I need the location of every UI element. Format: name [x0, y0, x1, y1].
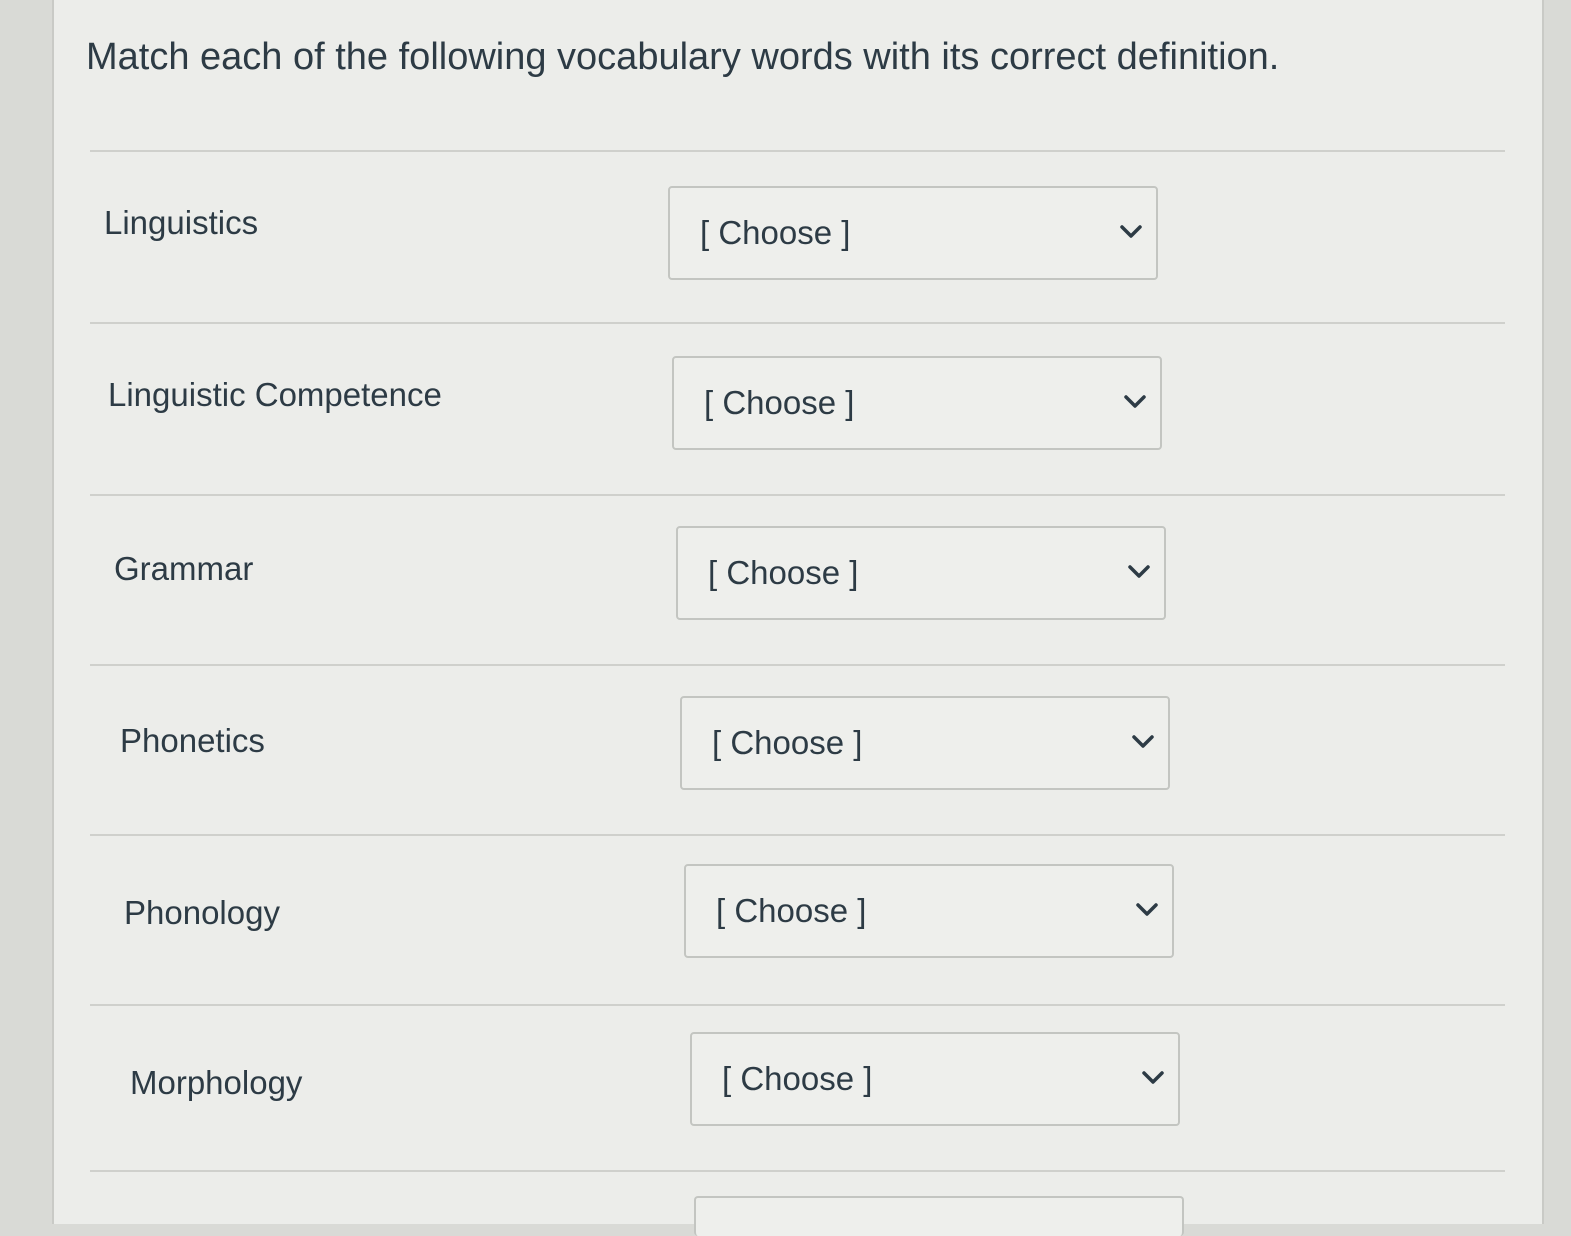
chevron-down-icon [1124, 395, 1146, 408]
select-value: [ Choose ] [712, 724, 863, 761]
select-value: [ Choose ] [700, 214, 851, 251]
chevron-down-icon [1120, 225, 1142, 238]
question-prompt: Match each of the following vocabulary w… [86, 36, 1280, 78]
term-phonology: Phonology [124, 894, 280, 931]
answer-select-morphology[interactable]: [ Choose ] [690, 1032, 1180, 1126]
chevron-down-icon [1132, 735, 1154, 748]
chevron-down-icon [1128, 565, 1150, 578]
divider [90, 1170, 1505, 1172]
chevron-down-icon [1136, 903, 1158, 916]
select-value: [ Choose ] [708, 554, 859, 591]
divider [90, 664, 1505, 666]
select-value: [ Choose ] [716, 892, 867, 929]
term-phonetics: Phonetics [120, 722, 265, 759]
term-morphology: Morphology [130, 1064, 303, 1101]
answer-select-linguistic-competence[interactable]: [ Choose ] [672, 356, 1162, 450]
chevron-down-icon [1142, 1071, 1164, 1084]
answer-select-next[interactable] [694, 1196, 1184, 1236]
divider [90, 494, 1505, 496]
divider [90, 150, 1505, 152]
select-value: [ Choose ] [722, 1060, 873, 1097]
answer-select-linguistics[interactable]: [ Choose ] [668, 186, 1158, 280]
answer-select-grammar[interactable]: [ Choose ] [676, 526, 1166, 620]
term-grammar: Grammar [114, 550, 254, 587]
divider [90, 1004, 1505, 1006]
term-linguistics: Linguistics [104, 204, 259, 241]
divider [90, 834, 1505, 836]
term-linguistic-competence: Linguistic Competence [108, 376, 442, 413]
answer-select-phonetics[interactable]: [ Choose ] [680, 696, 1170, 790]
divider [90, 322, 1505, 324]
select-value: [ Choose ] [704, 384, 855, 421]
answer-select-phonology[interactable]: [ Choose ] [684, 864, 1174, 958]
